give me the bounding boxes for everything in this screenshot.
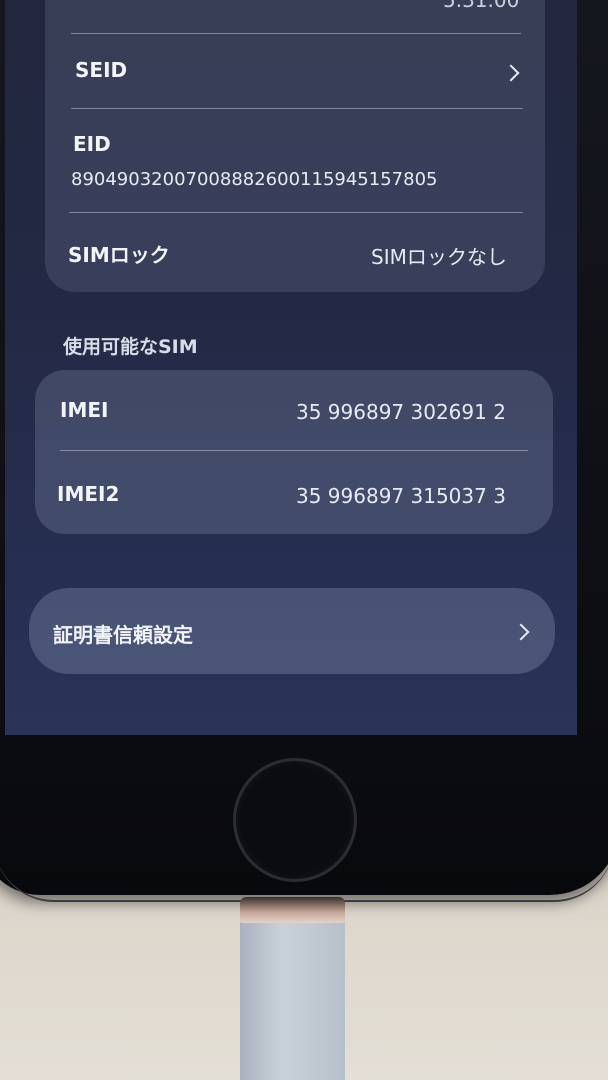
separator xyxy=(71,108,523,109)
separator xyxy=(60,450,528,451)
screen: 5.31.00 SEID EID 89049032007008882600115… xyxy=(5,0,577,735)
usb-cable xyxy=(240,915,345,1080)
cert-trust-label: 証明書信頼設定 xyxy=(53,623,193,647)
separator xyxy=(69,212,523,213)
imei2-value: 35 996897 315037 3 xyxy=(296,484,506,508)
eid-label: EID xyxy=(73,132,111,156)
partial-value: 5.31.00 xyxy=(443,0,520,12)
sim-card xyxy=(35,370,553,534)
simlock-label: SIMロック xyxy=(68,243,170,267)
home-button[interactable] xyxy=(233,758,357,882)
imei-value: 35 996897 302691 2 xyxy=(296,400,506,424)
separator xyxy=(71,33,521,34)
section-header: 使用可能なSIM xyxy=(63,336,198,358)
simlock-value: SIMロックなし xyxy=(371,245,507,269)
usb-plug xyxy=(240,897,345,923)
imei2-label: IMEI2 xyxy=(57,482,120,506)
imei-label: IMEI xyxy=(60,398,109,422)
eid-value: 89049032007008882600115945157805 xyxy=(71,169,438,190)
seid-row-label[interactable]: SEID xyxy=(75,58,127,82)
